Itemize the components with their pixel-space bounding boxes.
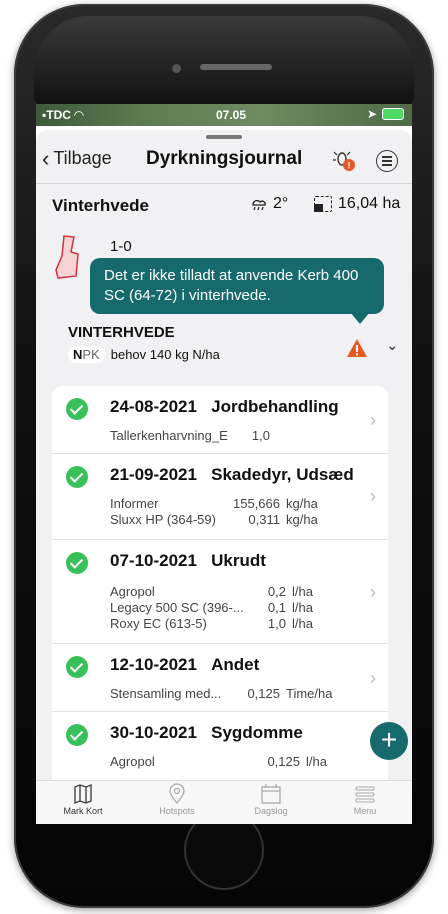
screen: ▪︎TDC ◠ 07.05 ➤ ‹ Tilbage Dyrkningsjourn… (36, 104, 412, 824)
check-icon (66, 724, 88, 746)
crop-title: VINTERHVEDE (68, 324, 175, 341)
nav-bar: ‹ Tilbage Dyrkningsjournal ! (36, 140, 412, 184)
location-pin-icon (169, 783, 185, 804)
tab-label: Dagslog (254, 806, 288, 816)
check-icon (66, 398, 88, 420)
check-icon (66, 466, 88, 488)
tab-label: Menu (353, 806, 377, 816)
temperature: 2° (273, 195, 289, 212)
svg-text:!: ! (348, 161, 351, 171)
npk-row: NPK behov 140 kg N/ha (68, 346, 220, 363)
chevron-right-icon: › (370, 410, 376, 430)
menu-icon (355, 786, 375, 803)
field-area: 16,04 ha (314, 195, 400, 213)
filter-icon[interactable] (376, 150, 398, 172)
weather: 2° (250, 195, 288, 213)
npk-need: behov 140 kg N/ha (110, 347, 220, 362)
entry-line: Tallerkenharvning_E 1,0 (110, 428, 270, 443)
npk-badge: NPK (68, 346, 105, 363)
tab-label: Mark Kort (63, 806, 103, 816)
map-icon (74, 783, 92, 805)
area-icon (314, 196, 332, 212)
journal-entry[interactable]: 24-08-2021 Jordbehandling Tallerkenharvn… (52, 386, 388, 454)
check-icon (66, 656, 88, 678)
field-name: Vinterhvede (52, 196, 150, 215)
add-entry-button[interactable]: + (370, 722, 408, 760)
warning-tooltip-text: Det er ikke tilladt at anvende Kerb 400 … (104, 267, 359, 304)
tab-hotspots[interactable]: Hotspots (130, 783, 224, 816)
location-icon: ➤ (366, 107, 377, 121)
calendar-icon (261, 784, 281, 804)
battery-icon (382, 108, 404, 120)
journal-entry[interactable]: 07-10-2021 Ukrudt Agropol 0,2 l/ha Legacy … (52, 540, 388, 644)
entry-title: 21-09-2021 Skadedyr, Udsæd (110, 465, 354, 484)
status-icons: ➤ (367, 107, 404, 121)
tooltip-tail (350, 312, 370, 324)
pest-warning-icon[interactable]: ! (332, 148, 356, 172)
tab-bar: Mark Kort Hotspots Dagslog Menu (36, 780, 412, 824)
journal-entry[interactable]: 12-10-2021 Andet Stensamling med... 0,125… (52, 644, 388, 712)
page-title: Dyrkningsjournal (146, 148, 303, 169)
entry-line: Legacy 500 SC (396-... 0,1 l/ha (110, 600, 313, 615)
warning-triangle-icon[interactable] (346, 338, 368, 358)
back-button[interactable]: ‹ Tilbage (42, 145, 112, 171)
journal-list: 24-08-2021 Jordbehandling Tallerkenharvn… (52, 386, 388, 824)
entry-title: 12-10-2021 Andet (110, 655, 260, 674)
journal-entry[interactable]: 21-09-2021 Skadedyr, Udsæd Informer 155,6… (52, 454, 388, 540)
chevron-down-icon[interactable]: ⌄ (386, 336, 399, 354)
chevron-right-icon: › (370, 668, 376, 688)
field-shape-icon (55, 235, 79, 279)
entry-line: Stensamling med... 0,125 Time/ha (110, 686, 333, 701)
entry-line: Informer 155,666 kg/ha (110, 496, 318, 511)
sheet-grabber[interactable] (206, 135, 242, 139)
chevron-right-icon: › (370, 486, 376, 506)
weather-icon (252, 200, 266, 211)
entry-title: 30-10-2021 Sygdomme (110, 723, 303, 742)
tab-mark-kort[interactable]: Mark Kort (36, 783, 130, 816)
area-value: 16,04 ha (338, 195, 401, 212)
entry-title: 24-08-2021 Jordbehandling (110, 397, 339, 416)
phone-top (34, 16, 414, 106)
camera (172, 64, 181, 73)
speaker (200, 64, 272, 70)
entry-line: Roxy EC (613-5) 1,0 l/ha (110, 616, 313, 631)
tab-dagslog[interactable]: Dagslog (224, 783, 318, 816)
field-code: 1-0 (110, 238, 132, 255)
chevron-right-icon: › (370, 582, 376, 602)
chevron-left-icon: ‹ (42, 145, 50, 171)
carrier: ▪︎TDC ◠ (42, 108, 84, 122)
journal-entry[interactable]: 30-10-2021 Sygdomme Agropol 0,125 l/ha (52, 712, 388, 782)
entry-line: Agropol 0,2 l/ha (110, 584, 313, 599)
entry-line: Agropol 0,125 l/ha (110, 754, 327, 769)
entry-line: Sluxx HP (364-59) 0,311 kg/ha (110, 512, 318, 527)
back-label: Tilbage (53, 148, 112, 168)
clock: 07.05 (216, 108, 247, 122)
entry-title: 07-10-2021 Ukrudt (110, 551, 266, 570)
tab-label: Hotspots (159, 806, 195, 816)
status-bar: ▪︎TDC ◠ 07.05 ➤ (36, 104, 412, 126)
tab-menu[interactable]: Menu (318, 783, 412, 816)
journal-sheet: ‹ Tilbage Dyrkningsjournal ! Vinterhvede (36, 130, 412, 824)
check-icon (66, 552, 88, 574)
warning-tooltip[interactable]: Det er ikke tilladt at anvende Kerb 400 … (90, 258, 384, 324)
